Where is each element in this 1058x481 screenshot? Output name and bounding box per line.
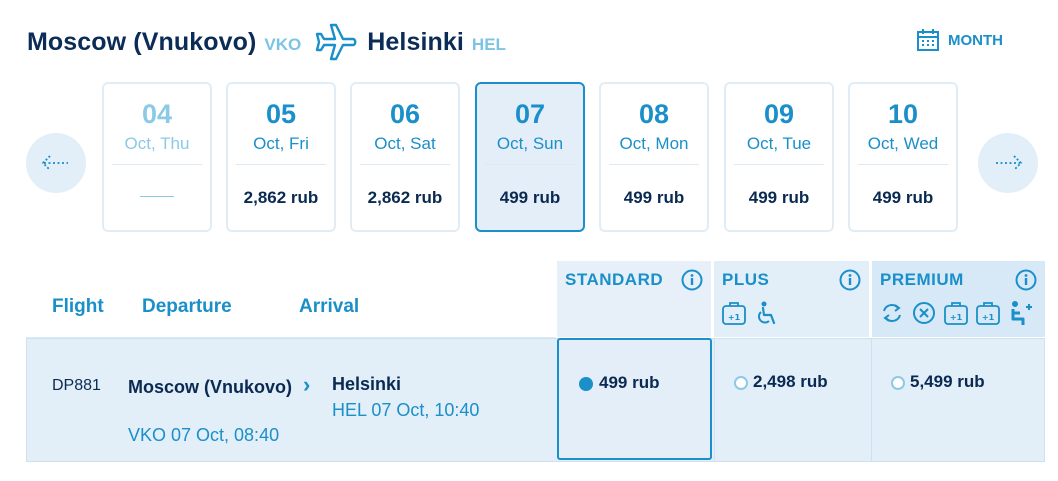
divider	[112, 164, 202, 165]
arrival-details: HEL 07 Oct, 10:40	[332, 400, 480, 420]
info-icon[interactable]	[839, 269, 861, 291]
origin-code: VKO	[264, 35, 302, 54]
date-price: 2,862 rub	[367, 188, 443, 207]
tier-name: PREMIUM	[880, 270, 964, 289]
date-card[interactable]: 05 Oct, Fri 2,862 rub	[226, 82, 336, 232]
arrow-right-icon	[996, 155, 1023, 171]
extra-baggage-icon: +1	[944, 302, 968, 325]
calendar-icon	[917, 29, 939, 51]
date-weekday: Oct, Sat	[374, 134, 436, 153]
date-day: 10	[887, 99, 919, 129]
info-icon[interactable]	[1015, 269, 1037, 291]
arrow-left-icon	[41, 155, 68, 171]
tier-name: PLUS	[722, 270, 770, 289]
date-price: 499 rub	[748, 188, 810, 207]
chevron-right-icon: ›	[303, 372, 311, 397]
fare-plus-option[interactable]: 2,498 rub	[714, 338, 869, 462]
arrival-city: Helsinki	[332, 374, 402, 394]
fare-radio[interactable]	[891, 376, 905, 390]
tier-plus-header: PLUS +1	[714, 261, 869, 337]
date-weekday: Oct, Mon	[619, 134, 689, 153]
airplane-icon	[313, 22, 357, 62]
accessibility-icon	[758, 301, 776, 325]
destination-code: HEL	[471, 35, 506, 54]
destination-city: Helsinki	[367, 27, 464, 56]
route-header: Moscow (Vnukovo) VKO Helsinki HEL	[27, 22, 506, 62]
svg-text:+1: +1	[982, 313, 995, 322]
date-card[interactable]: 08 Oct, Mon 499 rub	[599, 82, 709, 232]
date-day: 06	[389, 99, 421, 129]
extra-baggage-icon: +1	[976, 302, 1000, 325]
tier-premium-header: PREMIUM +1 +1	[872, 261, 1045, 337]
divider	[734, 164, 824, 165]
seat-selection-icon	[1011, 301, 1032, 325]
date-day: 04	[141, 99, 173, 129]
date-price: 499 rub	[499, 188, 561, 207]
date-weekday: Oct, Wed	[867, 134, 939, 153]
svg-text:+1: +1	[950, 313, 963, 322]
date-card[interactable]: 09 Oct, Tue 499 rub	[724, 82, 834, 232]
fare-radio-selected[interactable]	[579, 377, 593, 391]
fare-standard-option[interactable]: 499 rub	[557, 338, 712, 460]
date-day: 08	[638, 99, 670, 129]
date-weekday: Oct, Fri	[253, 134, 309, 153]
column-header-arrival: Arrival	[299, 296, 360, 317]
no-price-dash	[140, 196, 174, 197]
tier-name: STANDARD	[565, 270, 664, 289]
month-label: MONTH	[948, 31, 1003, 49]
date-weekday: Oct, Thu	[124, 134, 190, 153]
fare-price: 499 rub	[599, 373, 660, 392]
next-dates-button[interactable]	[978, 133, 1038, 193]
column-header-departure: Departure	[142, 296, 232, 317]
svg-text:+1: +1	[728, 313, 741, 322]
date-weekday: Oct, Sun	[496, 134, 564, 153]
date-day: 09	[763, 99, 795, 129]
date-card[interactable]: 06 Oct, Sat 2,862 rub	[350, 82, 460, 232]
fare-radio[interactable]	[734, 376, 748, 390]
month-view-button[interactable]: MONTH	[916, 28, 1003, 52]
date-day: 05	[265, 99, 297, 129]
cancel-circle-icon	[913, 302, 935, 324]
date-price: 499 rub	[872, 188, 934, 207]
date-price: 499 rub	[623, 188, 685, 207]
divider	[609, 164, 699, 165]
date-card[interactable]: 10 Oct, Wed 499 rub	[848, 82, 958, 232]
date-card-selected[interactable]: 07 Oct, Sun 499 rub	[475, 82, 585, 232]
divider	[485, 164, 575, 165]
flight-number: DP881	[52, 377, 101, 394]
date-day: 07	[514, 99, 546, 129]
fare-premium-option[interactable]: 5,499 rub	[871, 338, 1045, 462]
departure-city: Moscow (Vnukovo)	[128, 377, 293, 397]
fare-price: 5,499 rub	[910, 372, 985, 391]
tier-standard-header: STANDARD	[557, 261, 711, 337]
date-card: 04 Oct, Thu	[102, 82, 212, 232]
prev-dates-button[interactable]	[26, 133, 86, 193]
divider	[360, 164, 450, 165]
date-weekday: Oct, Tue	[746, 134, 812, 153]
divider	[858, 164, 948, 165]
fare-price: 2,498 rub	[753, 372, 828, 391]
extra-baggage-icon: +1	[722, 302, 746, 325]
departure-details: VKO 07 Oct, 08:40	[128, 425, 280, 445]
info-icon[interactable]	[681, 269, 703, 291]
origin-city: Moscow (Vnukovo)	[27, 27, 257, 56]
date-price: 2,862 rub	[243, 188, 319, 207]
divider	[236, 164, 326, 165]
column-header-flight: Flight	[52, 296, 104, 317]
refresh-icon	[883, 304, 901, 322]
